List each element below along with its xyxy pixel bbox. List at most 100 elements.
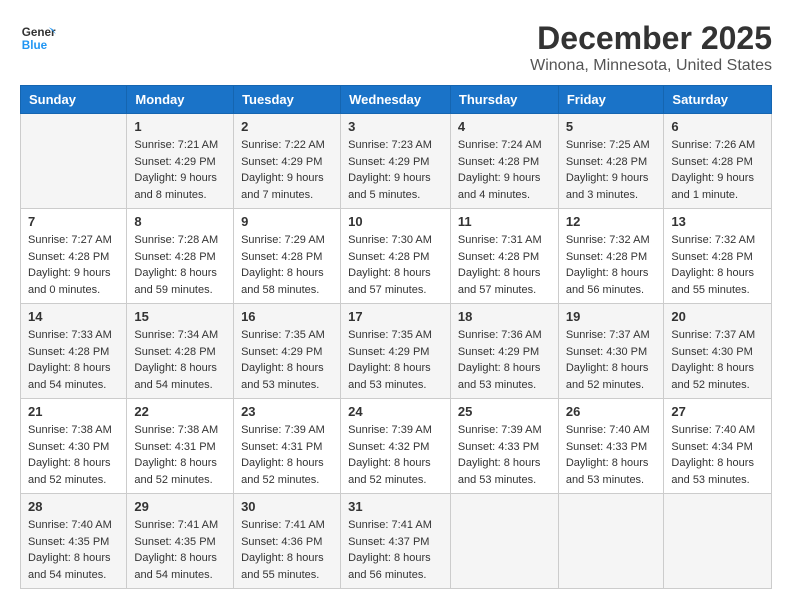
- day-header-tuesday: Tuesday: [234, 86, 341, 114]
- calendar-cell: 5 Sunrise: 7:25 AM Sunset: 4:28 PM Daylig…: [558, 114, 664, 209]
- calendar-cell: [450, 494, 558, 589]
- day-info: Sunrise: 7:24 AM Sunset: 4:28 PM Dayligh…: [458, 137, 551, 203]
- calendar-cell: 23 Sunrise: 7:39 AM Sunset: 4:31 PM Dayli…: [234, 399, 341, 494]
- day-header-monday: Monday: [127, 86, 234, 114]
- day-number: 16: [241, 309, 333, 324]
- day-info: Sunrise: 7:41 AM Sunset: 4:37 PM Dayligh…: [348, 517, 443, 583]
- calendar-cell: 2 Sunrise: 7:22 AM Sunset: 4:29 PM Daylig…: [234, 114, 341, 209]
- calendar-cell: 18 Sunrise: 7:36 AM Sunset: 4:29 PM Dayli…: [450, 304, 558, 399]
- logo-icon: General Blue: [20, 20, 56, 56]
- day-number: 21: [28, 404, 119, 419]
- day-number: 30: [241, 499, 333, 514]
- day-number: 15: [134, 309, 226, 324]
- day-number: 6: [671, 119, 764, 134]
- calendar-cell: 22Sunrise: 7:38 AM Sunset: 4:31 PM Dayli…: [127, 399, 234, 494]
- day-number: 14: [28, 309, 119, 324]
- calendar-cell: 27 Sunrise: 7:40 AM Sunset: 4:34 PM Dayli…: [664, 399, 772, 494]
- day-info: Sunrise: 7:40 AM Sunset: 4:33 PM Dayligh…: [566, 422, 657, 488]
- day-info: Sunrise: 7:36 AM Sunset: 4:29 PM Dayligh…: [458, 327, 551, 393]
- day-info: Sunrise: 7:34 AM Sunset: 4:28 PM Dayligh…: [134, 327, 226, 393]
- page-title: December 2025: [530, 20, 772, 57]
- day-info: Sunrise: 7:23 AM Sunset: 4:29 PM Dayligh…: [348, 137, 443, 203]
- day-number: 27: [671, 404, 764, 419]
- calendar-cell: 21 Sunrise: 7:38 AM Sunset: 4:30 PM Dayli…: [21, 399, 127, 494]
- day-number: 31: [348, 499, 443, 514]
- day-number: 18: [458, 309, 551, 324]
- calendar-week-row: 28 Sunrise: 7:40 AM Sunset: 4:35 PM Dayli…: [21, 494, 772, 589]
- day-info: Sunrise: 7:28 AM Sunset: 4:28 PM Dayligh…: [134, 232, 226, 298]
- day-info: Sunrise: 7:37 AM Sunset: 4:30 PM Dayligh…: [671, 327, 764, 393]
- day-info: Sunrise: 7:40 AM Sunset: 4:34 PM Dayligh…: [671, 422, 764, 488]
- day-number: 19: [566, 309, 657, 324]
- day-number: 4: [458, 119, 551, 134]
- day-number: 12: [566, 214, 657, 229]
- calendar-cell: 26Sunrise: 7:40 AM Sunset: 4:33 PM Dayli…: [558, 399, 664, 494]
- svg-text:Blue: Blue: [22, 39, 48, 52]
- day-number: 2: [241, 119, 333, 134]
- calendar-cell: 15 Sunrise: 7:34 AM Sunset: 4:28 PM Dayli…: [127, 304, 234, 399]
- calendar-cell: 31 Sunrise: 7:41 AM Sunset: 4:37 PM Dayli…: [341, 494, 451, 589]
- day-info: Sunrise: 7:32 AM Sunset: 4:28 PM Dayligh…: [566, 232, 657, 298]
- day-info: Sunrise: 7:35 AM Sunset: 4:29 PM Dayligh…: [241, 327, 333, 393]
- day-number: 28: [28, 499, 119, 514]
- calendar-cell: 28 Sunrise: 7:40 AM Sunset: 4:35 PM Dayli…: [21, 494, 127, 589]
- calendar-cell: 12 Sunrise: 7:32 AM Sunset: 4:28 PM Dayli…: [558, 209, 664, 304]
- calendar-cell: 3 Sunrise: 7:23 AM Sunset: 4:29 PM Daylig…: [341, 114, 451, 209]
- day-header-wednesday: Wednesday: [341, 86, 451, 114]
- calendar-week-row: 14 Sunrise: 7:33 AM Sunset: 4:28 PM Dayli…: [21, 304, 772, 399]
- calendar-week-row: 1Sunrise: 7:21 AM Sunset: 4:29 PM Daylig…: [21, 114, 772, 209]
- day-header-friday: Friday: [558, 86, 664, 114]
- day-info: Sunrise: 7:25 AM Sunset: 4:28 PM Dayligh…: [566, 137, 657, 203]
- title-block: December 2025 Winona, Minnesota, United …: [530, 20, 772, 75]
- day-info: Sunrise: 7:33 AM Sunset: 4:28 PM Dayligh…: [28, 327, 119, 393]
- calendar-cell: 30Sunrise: 7:41 AM Sunset: 4:36 PM Dayli…: [234, 494, 341, 589]
- day-info: Sunrise: 7:22 AM Sunset: 4:29 PM Dayligh…: [241, 137, 333, 203]
- calendar-cell: 19 Sunrise: 7:37 AM Sunset: 4:30 PM Dayli…: [558, 304, 664, 399]
- day-info: Sunrise: 7:29 AM Sunset: 4:28 PM Dayligh…: [241, 232, 333, 298]
- day-info: Sunrise: 7:30 AM Sunset: 4:28 PM Dayligh…: [348, 232, 443, 298]
- calendar-week-row: 21 Sunrise: 7:38 AM Sunset: 4:30 PM Dayli…: [21, 399, 772, 494]
- day-info: Sunrise: 7:39 AM Sunset: 4:31 PM Dayligh…: [241, 422, 333, 488]
- calendar-cell: 17Sunrise: 7:35 AM Sunset: 4:29 PM Dayli…: [341, 304, 451, 399]
- day-number: 3: [348, 119, 443, 134]
- day-number: 24: [348, 404, 443, 419]
- day-info: Sunrise: 7:38 AM Sunset: 4:31 PM Dayligh…: [134, 422, 226, 488]
- day-info: Sunrise: 7:31 AM Sunset: 4:28 PM Dayligh…: [458, 232, 551, 298]
- day-number: 23: [241, 404, 333, 419]
- day-info: Sunrise: 7:27 AM Sunset: 4:28 PM Dayligh…: [28, 232, 119, 298]
- day-info: Sunrise: 7:40 AM Sunset: 4:35 PM Dayligh…: [28, 517, 119, 583]
- calendar-cell: 16 Sunrise: 7:35 AM Sunset: 4:29 PM Dayli…: [234, 304, 341, 399]
- calendar-cell: 24 Sunrise: 7:39 AM Sunset: 4:32 PM Dayli…: [341, 399, 451, 494]
- calendar-cell: 29Sunrise: 7:41 AM Sunset: 4:35 PM Dayli…: [127, 494, 234, 589]
- calendar-cell: 25Sunrise: 7:39 AM Sunset: 4:33 PM Dayli…: [450, 399, 558, 494]
- day-number: 13: [671, 214, 764, 229]
- logo: General Blue: [20, 20, 56, 56]
- day-info: Sunrise: 7:37 AM Sunset: 4:30 PM Dayligh…: [566, 327, 657, 393]
- calendar-cell: 8 Sunrise: 7:28 AM Sunset: 4:28 PM Daylig…: [127, 209, 234, 304]
- day-info: Sunrise: 7:35 AM Sunset: 4:29 PM Dayligh…: [348, 327, 443, 393]
- calendar-cell: 14 Sunrise: 7:33 AM Sunset: 4:28 PM Dayli…: [21, 304, 127, 399]
- day-info: Sunrise: 7:39 AM Sunset: 4:32 PM Dayligh…: [348, 422, 443, 488]
- day-header-sunday: Sunday: [21, 86, 127, 114]
- calendar-cell: 9 Sunrise: 7:29 AM Sunset: 4:28 PM Daylig…: [234, 209, 341, 304]
- calendar-cell: 1Sunrise: 7:21 AM Sunset: 4:29 PM Daylig…: [127, 114, 234, 209]
- calendar-cell: [664, 494, 772, 589]
- day-header-saturday: Saturday: [664, 86, 772, 114]
- calendar-cell: [21, 114, 127, 209]
- day-number: 8: [134, 214, 226, 229]
- calendar-cell: 11 Sunrise: 7:31 AM Sunset: 4:28 PM Dayli…: [450, 209, 558, 304]
- day-number: 20: [671, 309, 764, 324]
- day-number: 29: [134, 499, 226, 514]
- day-number: 25: [458, 404, 551, 419]
- day-number: 9: [241, 214, 333, 229]
- day-number: 7: [28, 214, 119, 229]
- day-number: 11: [458, 214, 551, 229]
- calendar-cell: 20 Sunrise: 7:37 AM Sunset: 4:30 PM Dayli…: [664, 304, 772, 399]
- day-info: Sunrise: 7:26 AM Sunset: 4:28 PM Dayligh…: [671, 137, 764, 203]
- calendar-header-row: SundayMondayTuesdayWednesdayThursdayFrid…: [21, 86, 772, 114]
- day-info: Sunrise: 7:38 AM Sunset: 4:30 PM Dayligh…: [28, 422, 119, 488]
- calendar-cell: 13 Sunrise: 7:32 AM Sunset: 4:28 PM Dayli…: [664, 209, 772, 304]
- day-info: Sunrise: 7:32 AM Sunset: 4:28 PM Dayligh…: [671, 232, 764, 298]
- day-number: 5: [566, 119, 657, 134]
- page-header: General Blue December 2025 Winona, Minne…: [20, 20, 772, 75]
